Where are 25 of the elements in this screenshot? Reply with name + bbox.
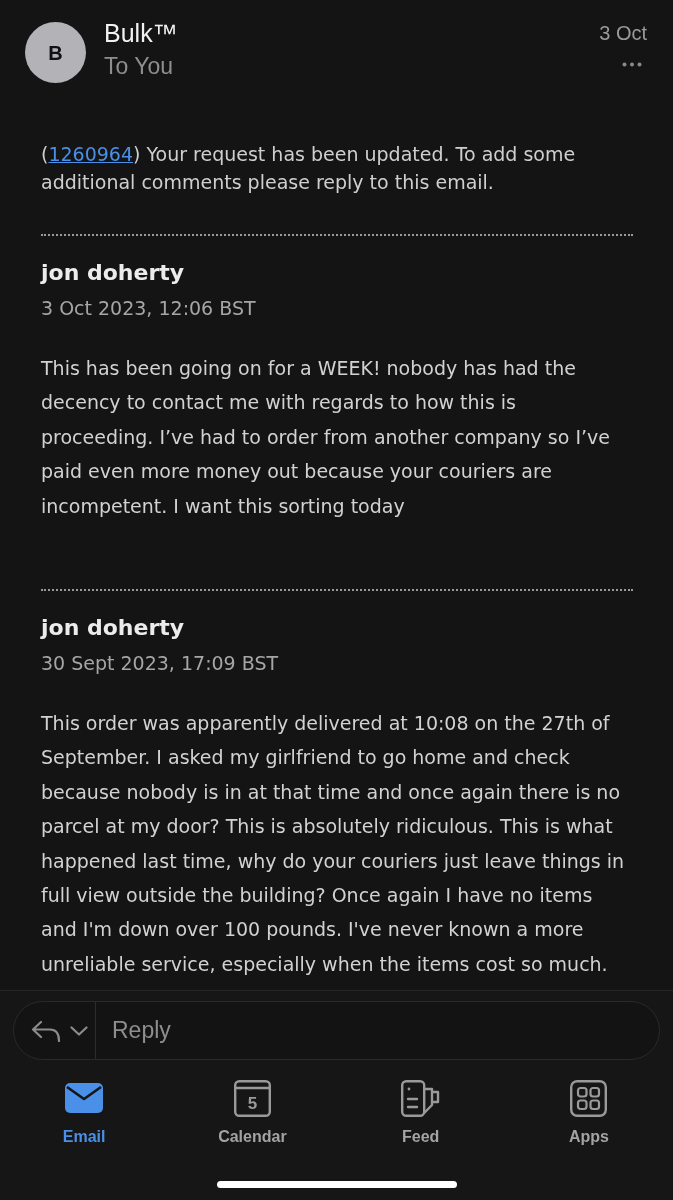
sender-name: Bulk™ [104, 18, 178, 48]
nav-tab[interactable]: Feed [336, 1079, 505, 1147]
ticket-link[interactable]: 1260964 [48, 143, 134, 165]
sender-avatar: B [25, 22, 86, 83]
author-name: jon doherty [41, 614, 185, 643]
nav-tab[interactable]: 5 Calendar [168, 1079, 337, 1147]
message-timestamp: 3 Oct 2023, 12:06 BST [41, 296, 256, 321]
calendar-icon: 5 [233, 1079, 271, 1117]
grid-icon [570, 1079, 608, 1117]
reply-field[interactable]: Reply [96, 1002, 659, 1059]
reply-icon [31, 1019, 61, 1042]
author-name: jon doherty [41, 259, 185, 287]
nav-tab[interactable]: Apps [504, 1079, 673, 1147]
more-options-icon[interactable] [621, 60, 643, 68]
message-date: 3 Oct [599, 21, 647, 46]
recipient-label: To You [104, 52, 174, 81]
reply-bar[interactable]: Reply [13, 1001, 660, 1060]
document-mug-icon [400, 1079, 441, 1117]
message-timestamp: 30 Sept 2023, 17:09 BST [41, 651, 279, 677]
chevron-down-icon [70, 1025, 88, 1036]
intro-text: (1260964) Your request has been updated. To add some additional comments please reply to this email. [41, 142, 577, 195]
nav-tab[interactable]: Email [0, 1079, 169, 1147]
message-body: This has been going on for a WEEK! nobody has had the decency to contact me with regards to how this is proceeding. I’ve had to order from another company so I’ve paid even more money out because your couriers are incompetent. I want this sorting today [41, 356, 611, 519]
message-body: This order was apparently delivered at 10:08 on the 27th of September. I asked my girlfriend to go home and check because nobody is in at that time and once again there is no parcel at my door? This is absolutely ridiculous. This is what happened last time, why do your couriers just leave things in full view outside the building? Once again I have no items and I'm down over 100 pounds. I've never known a more unreliable service, especially when the items cost so much. [41, 711, 625, 977]
envelope-icon [65, 1083, 104, 1113]
